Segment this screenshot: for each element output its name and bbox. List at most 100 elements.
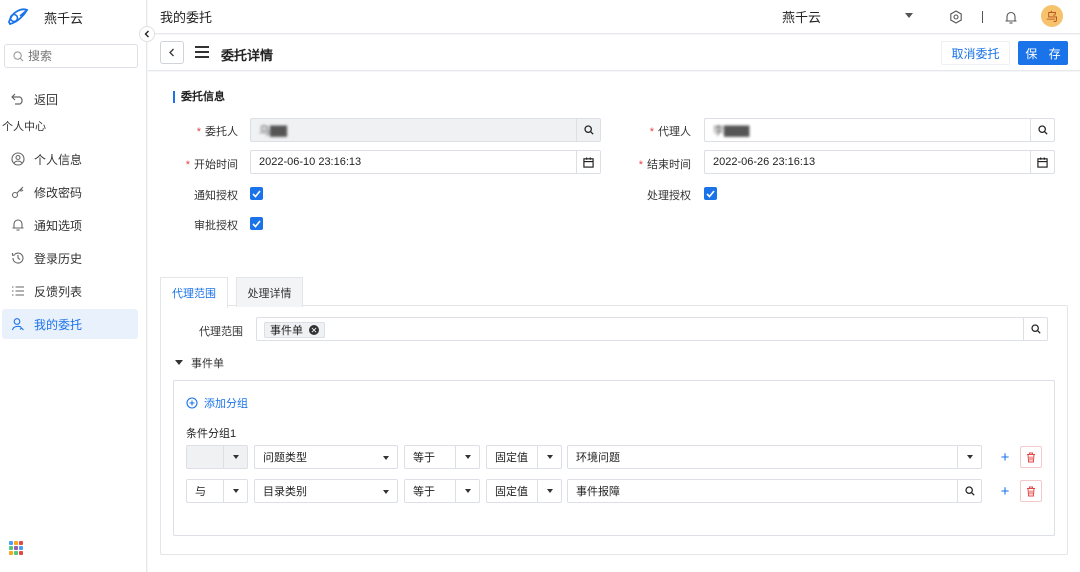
field-select[interactable]: 问题类型 [254, 445, 398, 469]
scope-tag: 事件单 ✕ [264, 322, 325, 338]
bell-icon [11, 218, 25, 232]
agent-field[interactable]: 李▇▇▇ [704, 118, 1055, 142]
chevron-left-icon [169, 48, 174, 57]
chevron-left-icon [144, 30, 149, 38]
sidebar-item-label: 我的委托 [34, 317, 83, 332]
plus-circle-icon [186, 397, 198, 409]
agent-label: * 代理人 [649, 126, 691, 138]
sidebar-search[interactable] [4, 44, 138, 68]
scope-field[interactable]: 事件单 ✕ [256, 317, 1048, 341]
add-group-button[interactable]: 添加分组 [186, 395, 248, 411]
brand-logo-icon [8, 8, 29, 26]
field-select[interactable]: 目录类别 [254, 479, 398, 503]
back-button[interactable] [160, 41, 184, 64]
sidebar: 燕千云 返回 个人中心 个人信息 修改密码 通知选项 登录历史 [0, 0, 147, 572]
search-icon[interactable] [576, 119, 600, 141]
delete-condition-button[interactable] [1020, 480, 1042, 502]
settings-icon[interactable] [948, 9, 964, 25]
value-type-select[interactable]: 固定值 [486, 479, 562, 503]
sidebar-item-back[interactable]: 返回 [2, 84, 138, 114]
close-icon[interactable]: ✕ [309, 325, 319, 335]
sidebar-item-profile[interactable]: 个人信息 [2, 144, 138, 174]
delegate-user-icon [11, 317, 25, 331]
sidebar-item-label: 个人信息 [34, 152, 83, 167]
brand-name: 燕千云 [44, 10, 84, 26]
top-bar: 我的委托 燕千云 乌 [148, 0, 1080, 34]
operator-select[interactable]: 等于 [404, 445, 480, 469]
calendar-icon[interactable] [1030, 151, 1054, 173]
tenant-selector[interactable]: 燕千云 [782, 7, 821, 26]
search-icon[interactable] [1023, 318, 1047, 340]
sidebar-item-login-history[interactable]: 登录历史 [2, 243, 138, 273]
approve-auth-label: 审批授权 [194, 220, 238, 232]
return-icon [11, 92, 25, 106]
sidebar-item-label: 反馈列表 [34, 284, 83, 299]
history-icon [11, 251, 25, 265]
detail-title: 委托详情 [221, 48, 274, 63]
user-circle-icon [11, 152, 25, 166]
trash-icon [1027, 452, 1035, 462]
bell-icon[interactable] [1003, 9, 1019, 25]
condition-group-title: 条件分组1 [186, 428, 237, 440]
caret-down-icon [465, 489, 471, 493]
process-auth-label: 处理授权 [647, 190, 691, 202]
sidebar-search-input[interactable] [28, 49, 128, 63]
notify-auth-checkbox[interactable] [250, 187, 263, 200]
sidebar-item-password[interactable]: 修改密码 [2, 177, 138, 207]
sub-toolbar: 委托详情 取消委托 保 存 [148, 35, 1080, 71]
condition-group-box: 添加分组 条件分组1 问题类型 等于 固定值 环境问题 + 与 目录类别 等于 … [173, 380, 1055, 536]
required-mark: * [649, 126, 654, 138]
end-time-label: * 结束时间 [638, 159, 691, 171]
sidebar-item-notifications[interactable]: 通知选项 [2, 210, 138, 240]
scope-collapse-header[interactable]: 事件单 [175, 355, 224, 371]
sidebar-item-label: 修改密码 [34, 185, 83, 200]
scope-tag-label: 事件单 [270, 325, 303, 337]
check-icon [252, 189, 261, 198]
sidebar-item-my-delegation[interactable]: 我的委托 [2, 309, 138, 339]
list-icon [11, 284, 25, 298]
delegator-value: 乌▇▇ [259, 125, 287, 137]
value-search-field[interactable]: 事件报障 [567, 479, 982, 503]
search-icon[interactable] [957, 480, 981, 502]
scope-collapse-label: 事件单 [191, 358, 224, 370]
brand[interactable]: 燕千云 [0, 0, 146, 34]
caret-down-icon [547, 455, 553, 459]
sidebar-item-label: 登录历史 [34, 251, 83, 266]
operator-select[interactable]: 等于 [404, 479, 480, 503]
caret-down-icon [967, 455, 973, 459]
save-button[interactable]: 保 存 [1018, 41, 1068, 65]
apps-grid-icon[interactable] [9, 541, 23, 555]
start-time-field[interactable]: 2022-06-10 23:16:13 [250, 150, 601, 174]
sidebar-collapse-button[interactable] [139, 26, 155, 42]
caret-down-icon [465, 455, 471, 459]
approve-auth-checkbox[interactable] [250, 217, 263, 230]
tab-process-details[interactable]: 处理详情 [236, 277, 303, 307]
notify-auth-label: 通知授权 [194, 190, 238, 202]
tab-scope[interactable]: 代理范围 [160, 277, 228, 308]
end-time-field[interactable]: 2022-06-26 23:16:13 [704, 150, 1055, 174]
logic-select[interactable]: 与 [186, 479, 248, 503]
menu-icon[interactable] [195, 46, 209, 58]
tabs-panel: 代理范围 处理详情 代理范围 事件单 ✕ 事件单 添加分组 条件分组1 问题类型… [160, 277, 1068, 555]
calendar-icon[interactable] [576, 151, 600, 173]
value-type-select[interactable]: 固定值 [486, 445, 562, 469]
caret-down-icon [383, 456, 389, 460]
sidebar-item-label: 返回 [34, 92, 59, 107]
sidebar-group-label: 个人中心 [2, 121, 46, 133]
avatar[interactable]: 乌 [1041, 5, 1063, 27]
add-condition-icon[interactable]: + [998, 449, 1012, 466]
start-time-value: 2022-06-10 23:16:13 [259, 156, 362, 168]
divider [982, 11, 983, 23]
cancel-delegation-button[interactable]: 取消委托 [941, 41, 1010, 65]
value-select[interactable]: 环境问题 [567, 445, 982, 469]
delegator-field[interactable]: 乌▇▇ [250, 118, 601, 142]
delete-condition-button[interactable] [1020, 446, 1042, 468]
search-icon[interactable] [1030, 119, 1054, 141]
sidebar-item-label: 通知选项 [34, 218, 83, 233]
check-icon [706, 189, 715, 198]
process-auth-checkbox[interactable] [704, 187, 717, 200]
sidebar-item-feedback[interactable]: 反馈列表 [2, 276, 138, 306]
caret-down-icon [547, 489, 553, 493]
caret-down-icon[interactable] [905, 13, 913, 18]
add-condition-icon[interactable]: + [998, 483, 1012, 500]
